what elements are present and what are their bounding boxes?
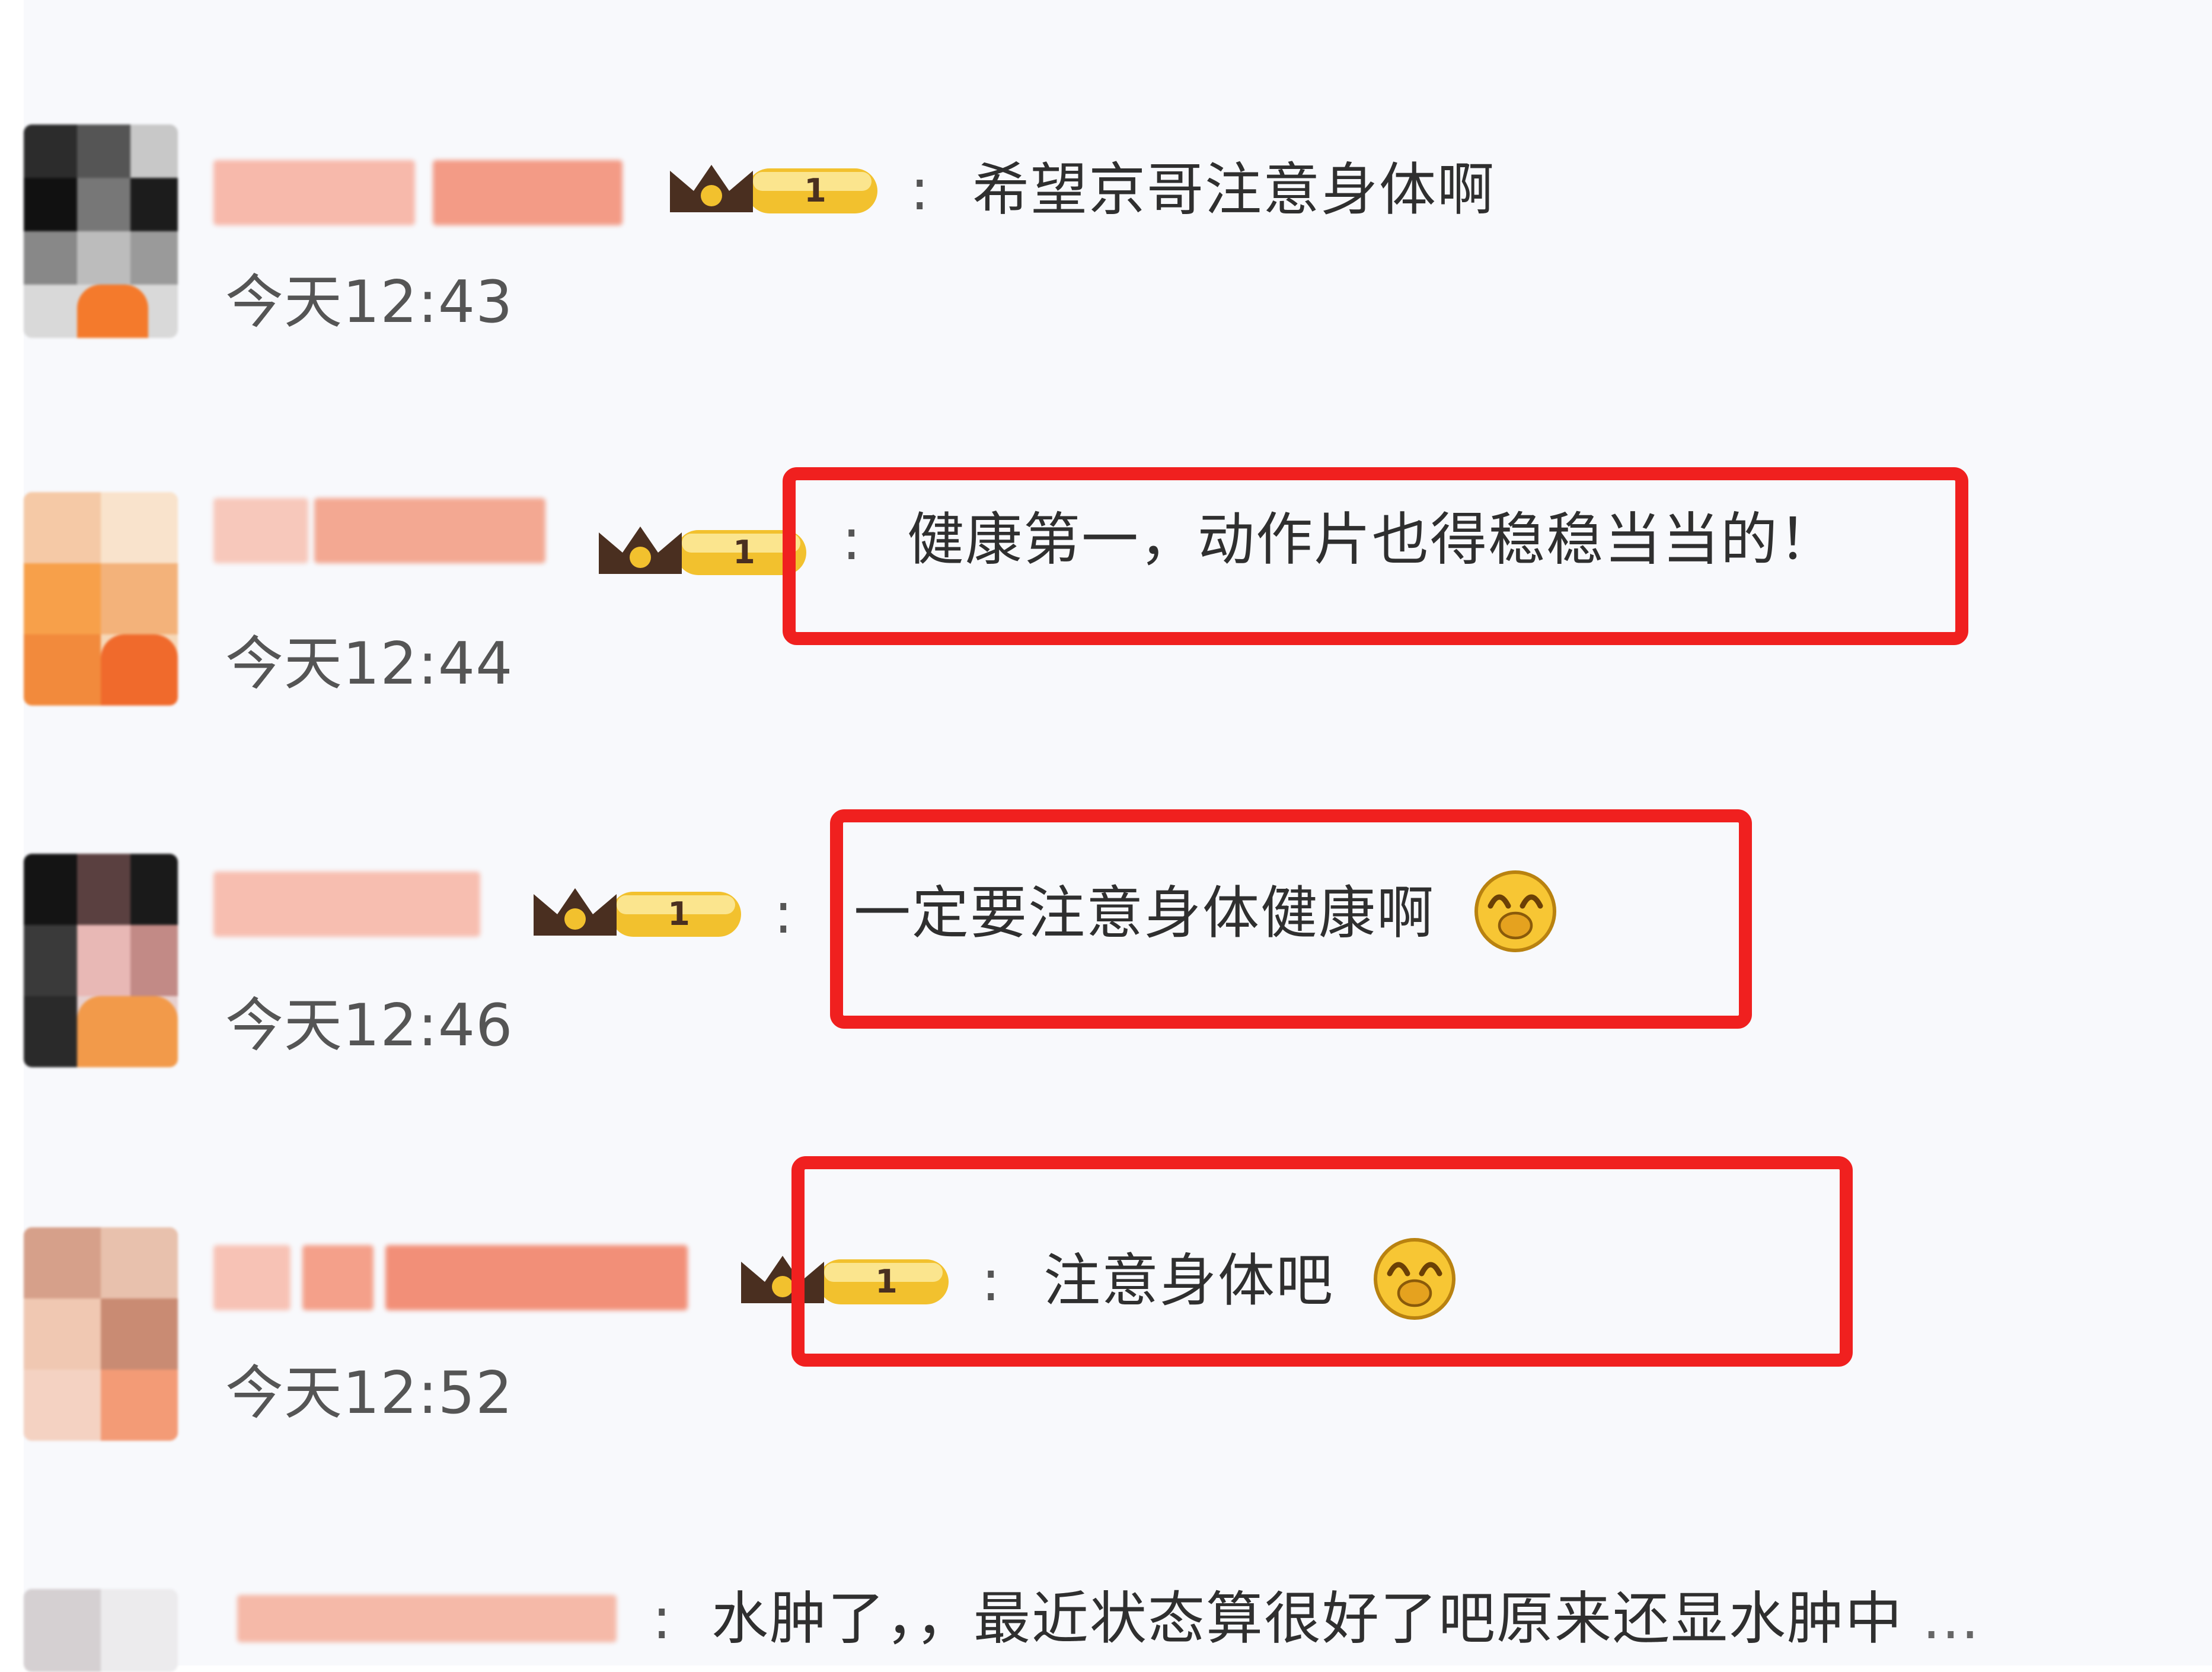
avatar[interactable] <box>24 854 178 1067</box>
text-ellipsis[interactable]: ... <box>1923 1585 1981 1652</box>
comment-time: 今天12:43 <box>225 269 513 336</box>
comment-text: 希望京哥注意身体啊 <box>972 157 1495 223</box>
highlight-box <box>791 1156 1853 1367</box>
comment-list: 1 : 希望京哥注意身体啊 今天12:43 1: 健康第一，动作片也得稳稳当当… <box>0 0 2212 1672</box>
comment-text-content: 水肿了，，最近状态算很好了吧原来还显水肿中 <box>711 1585 1903 1652</box>
highlight-box <box>783 467 1968 645</box>
avatar[interactable] <box>24 1227 178 1441</box>
colon-separator: : <box>910 157 930 223</box>
comment-item: : 水肿了，，最近状态算很好了吧原来还显水肿中 ... <box>0 1577 2212 1672</box>
member-badge[interactable]: 1 <box>593 516 812 587</box>
svg-text:1: 1 <box>804 172 826 209</box>
username-blurred[interactable] <box>237 1595 617 1642</box>
member-badge[interactable]: 1 <box>664 154 883 225</box>
colon-separator: : <box>652 1585 672 1652</box>
username-blurred[interactable] <box>213 160 623 225</box>
avatar[interactable] <box>24 492 178 706</box>
svg-text:1: 1 <box>668 895 690 933</box>
username-blurred[interactable] <box>213 1245 688 1310</box>
comment-time: 今天12:44 <box>225 630 513 698</box>
highlight-box <box>830 809 1752 1029</box>
comment-item: 1 : 希望京哥注意身体啊 今天12:43 <box>0 119 2212 356</box>
svg-text:1: 1 <box>733 534 755 571</box>
username-blurred[interactable] <box>213 872 480 937</box>
comment-time: 今天12:52 <box>225 1360 513 1427</box>
member-badge[interactable]: 1 <box>528 878 747 949</box>
username-blurred[interactable] <box>213 498 545 563</box>
comment-time: 今天12:46 <box>225 992 513 1060</box>
avatar[interactable] <box>24 125 178 338</box>
comment-text: 水肿了，，最近状态算很好了吧原来还显水肿中 ... <box>711 1583 1980 1654</box>
avatar[interactable] <box>24 1589 178 1672</box>
colon-separator: : <box>774 880 793 946</box>
